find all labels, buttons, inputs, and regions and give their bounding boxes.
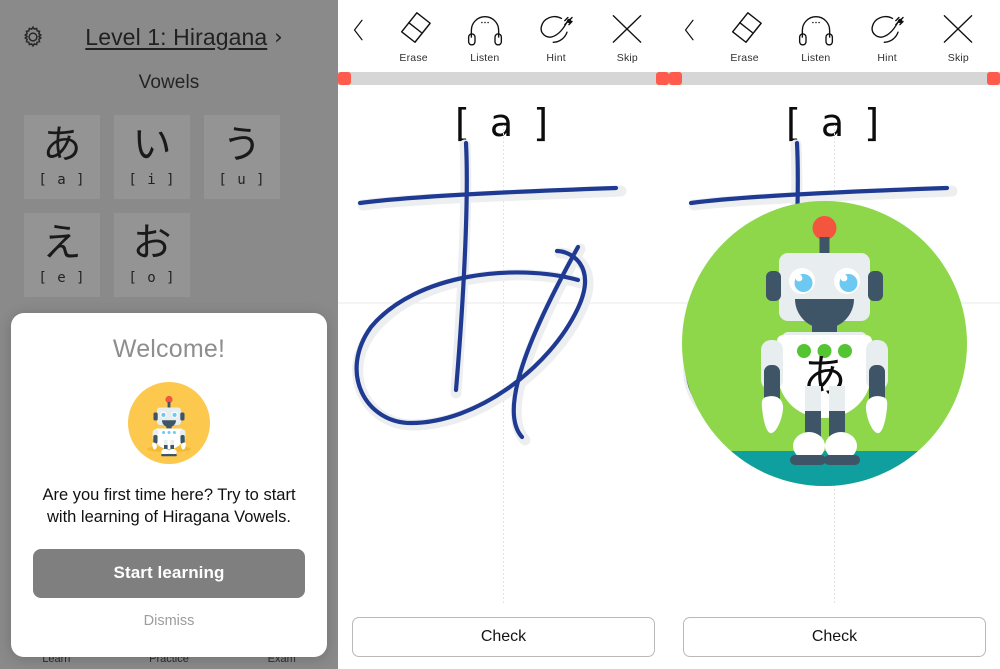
headphones-icon — [465, 7, 505, 47]
hint-pen-icon — [865, 7, 909, 47]
kana-glyph: お — [132, 221, 172, 266]
kana-tile[interactable]: お [ o ] — [114, 213, 190, 297]
kana-glyph: い — [132, 123, 172, 168]
progress-bar-mid[interactable] — [338, 72, 669, 85]
app-screen: Level 1: Hiragana › Vowels あ [ a ] い [ i… — [0, 0, 1000, 669]
kana-tile[interactable]: う [ u ] — [204, 115, 280, 199]
dismiss-button[interactable]: Dismiss — [144, 613, 195, 629]
kana-romaji: [ i ] — [128, 172, 176, 188]
tool-label: Erase — [730, 51, 759, 64]
headphones-icon — [796, 7, 836, 47]
kana-romaji: [ a ] — [38, 172, 86, 188]
practice-panel-mid: Erase Listen Hint Skip [a] Check — [338, 0, 669, 669]
tool-group-right: Erase Listen Hint Skip — [709, 7, 994, 64]
tool-hint-right[interactable]: Hint — [856, 7, 918, 64]
progress-dot-start — [338, 72, 351, 85]
skip-x-icon — [607, 7, 647, 47]
tool-group-mid: Erase Listen Hint Skip — [378, 7, 663, 64]
kana-glyph: あ — [42, 123, 82, 168]
dialog-message: Are you first time here? Try to start wi… — [42, 486, 296, 526]
kana-glyph: え — [42, 221, 82, 266]
robot-avatar-icon — [128, 382, 210, 464]
tool-label: Skip — [616, 51, 638, 64]
tool-label: Skip — [947, 51, 969, 64]
tool-hint-mid[interactable]: Hint — [525, 7, 587, 64]
gear-icon[interactable] — [18, 22, 48, 52]
progress-dot-start — [669, 72, 682, 85]
drawing-canvas-right[interactable]: あ — [669, 125, 1000, 605]
tool-label: Listen — [470, 51, 500, 64]
tool-skip-right[interactable]: Skip — [927, 7, 989, 64]
page-title: Level 1: Hiragana — [85, 23, 268, 50]
kana-tile-grid: あ [ a ] い [ i ] う [ u ] え [ e ] お [ o ] — [0, 94, 338, 297]
progress-dot-end — [987, 72, 1000, 85]
level-title-group[interactable]: Level 1: Hiragana › — [36, 24, 332, 51]
tool-erase-mid[interactable]: Erase — [383, 7, 445, 64]
robot-badge-icon: あ — [682, 201, 967, 486]
kana-tile[interactable]: い [ i ] — [114, 115, 190, 199]
back-chevron-icon[interactable] — [677, 13, 703, 47]
kana-glyph: う — [222, 123, 262, 168]
dialog-title: Welcome! — [112, 335, 226, 363]
practice-panel-right: Erase Listen Hint Skip [a] あ Check — [669, 0, 1000, 669]
welcome-dialog: Welcome! Are you first time here? Try to… — [11, 313, 327, 657]
section-title: Vowels — [138, 72, 200, 93]
practice-toolbar-mid: Erase Listen Hint Skip — [338, 0, 669, 70]
kana-tile[interactable]: あ [ a ] — [24, 115, 100, 199]
progress-bar-right[interactable] — [669, 72, 1000, 85]
tool-listen-mid[interactable]: Listen — [454, 7, 516, 64]
tool-label: Erase — [399, 51, 428, 64]
kana-tile[interactable]: え [ e ] — [24, 213, 100, 297]
drawing-canvas-mid[interactable] — [338, 125, 669, 605]
tool-erase-right[interactable]: Erase — [714, 7, 776, 64]
practice-toolbar-right: Erase Listen Hint Skip — [669, 0, 1000, 70]
tool-label: Hint — [877, 51, 897, 64]
start-learning-button[interactable]: Start learning — [33, 548, 305, 598]
back-chevron-icon[interactable] — [346, 13, 372, 47]
skip-x-icon — [938, 7, 978, 47]
hint-pen-icon — [534, 7, 578, 47]
kana-romaji: [ o ] — [128, 270, 176, 286]
kana-romaji: [ u ] — [218, 172, 266, 188]
eraser-icon — [724, 7, 766, 47]
progress-dot-end — [656, 72, 669, 85]
chevron-right-icon: › — [274, 24, 283, 49]
tool-label: Listen — [801, 51, 831, 64]
tool-label: Hint — [546, 51, 566, 64]
lesson-list-panel: Level 1: Hiragana › Vowels あ [ a ] い [ i… — [0, 0, 338, 669]
kana-romaji: [ e ] — [38, 270, 86, 286]
tool-skip-mid[interactable]: Skip — [596, 7, 658, 64]
check-button-mid[interactable]: Check — [352, 617, 655, 657]
check-button-right[interactable]: Check — [683, 617, 986, 657]
eraser-icon — [393, 7, 435, 47]
tool-listen-right[interactable]: Listen — [785, 7, 847, 64]
lesson-header: Level 1: Hiragana › — [0, 0, 338, 58]
